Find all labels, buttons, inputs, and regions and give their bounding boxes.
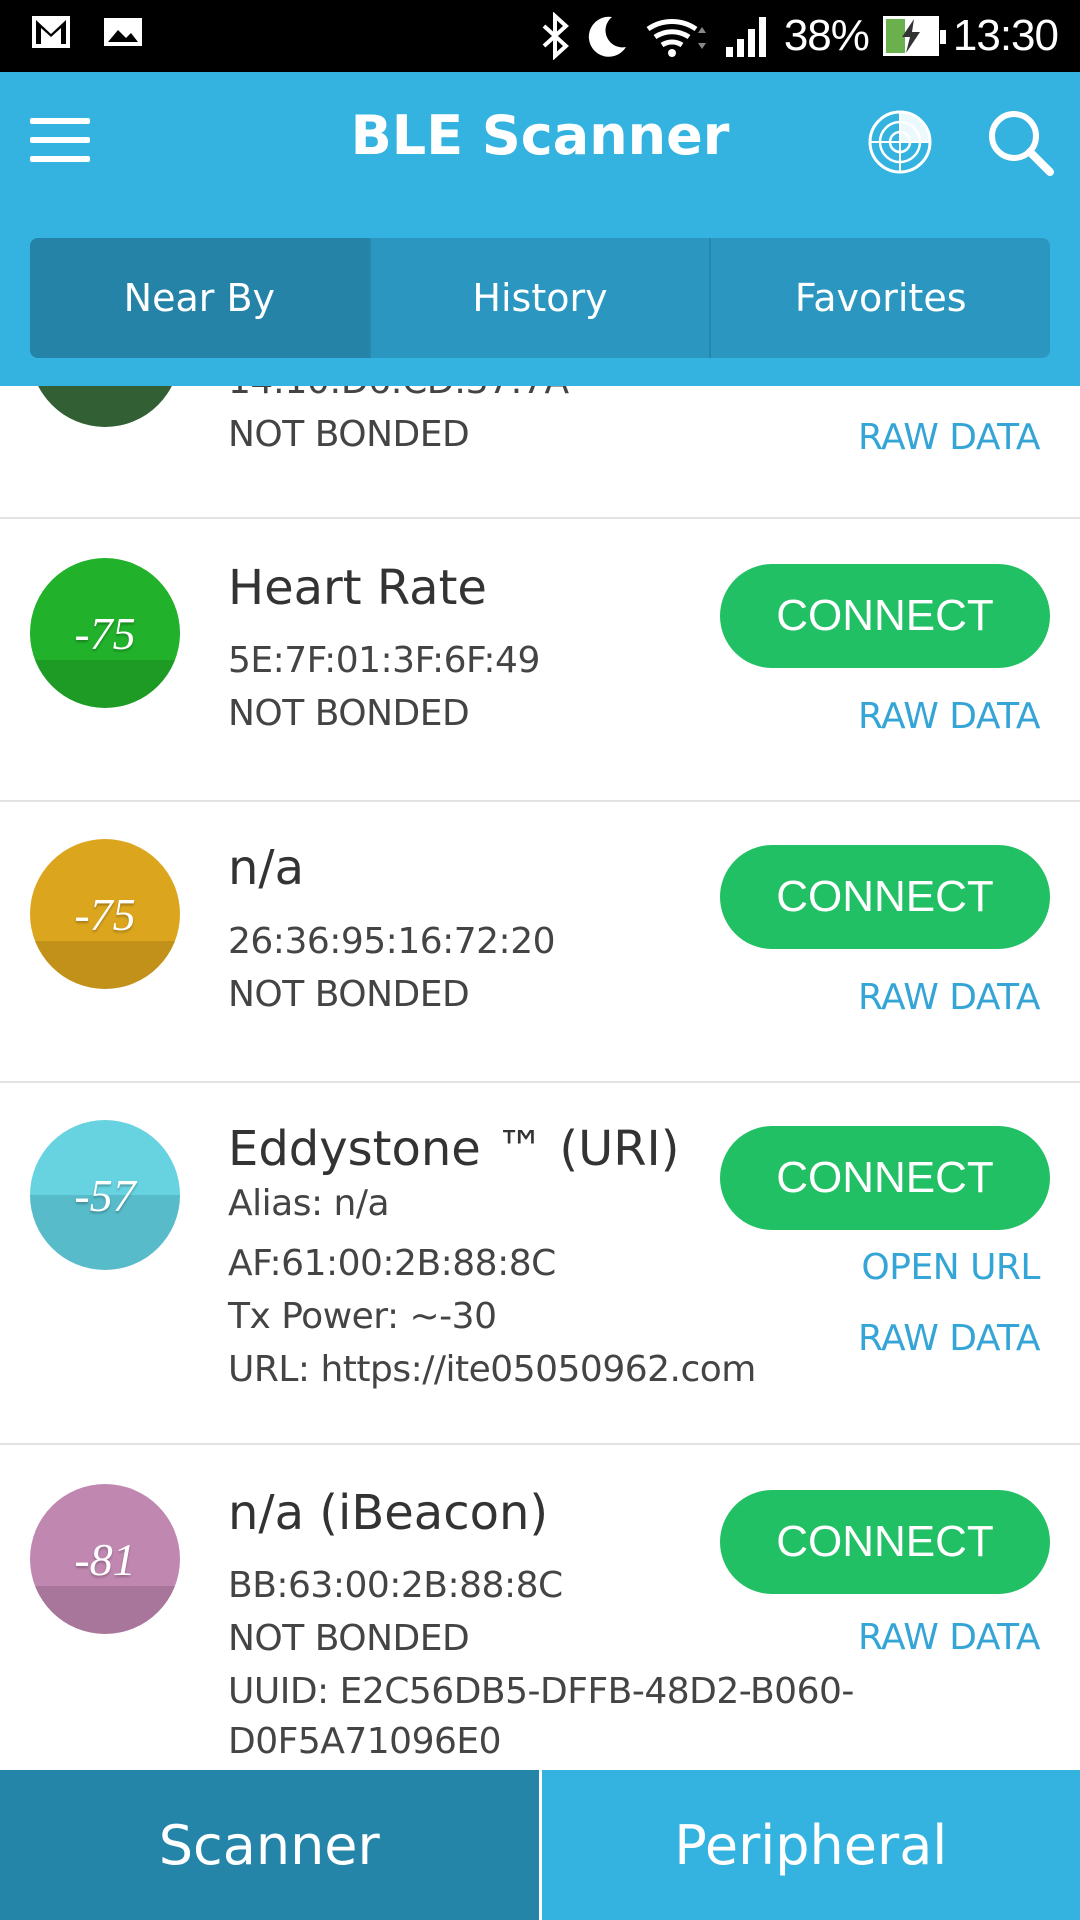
device-alias: Alias: n/a bbox=[228, 1183, 390, 1224]
beacon-uuid-cont: D0F5A71096E0 bbox=[228, 1721, 502, 1762]
peripheral-tab[interactable]: Peripheral bbox=[541, 1770, 1080, 1920]
device-name: Heart Rate bbox=[228, 560, 487, 616]
device-address: 5E:7F:01:3F:6F:49 bbox=[228, 640, 540, 681]
device-name: n/a bbox=[228, 840, 305, 896]
bluetooth-icon bbox=[542, 12, 569, 60]
device-row[interactable]: -75 n/a 26:36:95:16:72:20 NOT BONDED CON… bbox=[0, 802, 1080, 1083]
connect-button[interactable]: CONNECT bbox=[720, 564, 1050, 668]
bond-state: NOT BONDED bbox=[228, 974, 470, 1015]
tab-favorites[interactable]: Favorites bbox=[711, 238, 1050, 358]
tab-history[interactable]: History bbox=[371, 238, 712, 358]
tab-bar: Near By History Favorites bbox=[30, 238, 1050, 358]
moon-icon bbox=[588, 16, 626, 57]
battery-charging-icon bbox=[882, 16, 946, 56]
device-url: URL: https://ite05050962.com bbox=[228, 1349, 756, 1390]
connect-button[interactable]: CONNECT bbox=[720, 1126, 1050, 1230]
device-address: BB:63:00:2B:88:8C bbox=[228, 1565, 563, 1606]
wifi-icon bbox=[646, 18, 706, 57]
bond-state: NOT BONDED bbox=[228, 693, 470, 734]
device-list[interactable]: 14:10:D6:CD:37:7A NOT BONDED RAW DATA -7… bbox=[0, 386, 1080, 1770]
raw-data-link[interactable]: RAW DATA bbox=[858, 1318, 1041, 1359]
beacon-uuid: UUID: E2C56DB5-DFFB-48D2-B060- bbox=[228, 1671, 854, 1712]
raw-data-link[interactable]: RAW DATA bbox=[858, 696, 1041, 737]
clock: 13:30 bbox=[952, 11, 1059, 60]
rssi-value: -81 bbox=[74, 1533, 136, 1585]
device-row[interactable]: 14:10:D6:CD:37:7A NOT BONDED RAW DATA bbox=[0, 386, 1080, 519]
device-row[interactable]: -81 n/a (iBeacon) BB:63:00:2B:88:8C NOT … bbox=[0, 1445, 1080, 1770]
open-url-link[interactable]: OPEN URL bbox=[861, 1247, 1040, 1288]
tx-power: Tx Power: ~-30 bbox=[228, 1296, 497, 1337]
device-address: AF:61:00:2B:88:8C bbox=[228, 1243, 556, 1284]
rssi-badge: -75 bbox=[30, 558, 180, 708]
bottom-bar: Scanner Peripheral bbox=[0, 1770, 1080, 1920]
rssi-value: -75 bbox=[74, 888, 136, 940]
raw-data-link[interactable]: RAW DATA bbox=[858, 977, 1041, 1018]
raw-data-link[interactable]: RAW DATA bbox=[858, 1617, 1041, 1658]
rssi-badge bbox=[30, 386, 180, 427]
battery-percent: 38% bbox=[783, 11, 870, 60]
tab-label: Near By bbox=[123, 276, 276, 320]
connect-button[interactable]: CONNECT bbox=[720, 845, 1050, 949]
device-address: 26:36:95:16:72:20 bbox=[228, 921, 556, 962]
status-bar: 38% 13:30 bbox=[0, 0, 1080, 72]
device-row[interactable]: -75 Heart Rate 5E:7F:01:3F:6F:49 NOT BON… bbox=[0, 520, 1080, 802]
search-icon[interactable] bbox=[986, 108, 1056, 178]
tab-label: Favorites bbox=[794, 276, 967, 320]
bond-state: NOT BONDED bbox=[228, 1618, 470, 1659]
bond-state: NOT BONDED bbox=[228, 414, 470, 455]
connect-button[interactable]: CONNECT bbox=[720, 1490, 1050, 1594]
rssi-badge: -75 bbox=[30, 839, 180, 989]
rssi-badge: -81 bbox=[30, 1484, 180, 1634]
rssi-value: -57 bbox=[74, 1169, 136, 1221]
radar-icon[interactable] bbox=[866, 108, 934, 176]
scanner-tab[interactable]: Scanner bbox=[0, 1770, 542, 1920]
rssi-value: -75 bbox=[74, 607, 136, 659]
device-row[interactable]: -57 Eddystone ™ (URI) Alias: n/a AF:61:0… bbox=[0, 1083, 1080, 1445]
device-name: Eddystone ™ (URI) bbox=[228, 1121, 680, 1177]
image-icon bbox=[104, 18, 142, 46]
tab-label: History bbox=[472, 276, 608, 320]
raw-data-link[interactable]: RAW DATA bbox=[858, 417, 1041, 458]
rssi-badge: -57 bbox=[30, 1120, 180, 1270]
app-bar: BLE Scanner Near By History Favorites bbox=[0, 72, 1080, 386]
device-address: 14:10:D6:CD:37:7A bbox=[228, 386, 569, 402]
signal-icon bbox=[725, 17, 766, 57]
tab-near-by[interactable]: Near By bbox=[30, 238, 371, 358]
gmail-icon bbox=[32, 16, 70, 48]
device-name: n/a (iBeacon) bbox=[228, 1485, 549, 1541]
